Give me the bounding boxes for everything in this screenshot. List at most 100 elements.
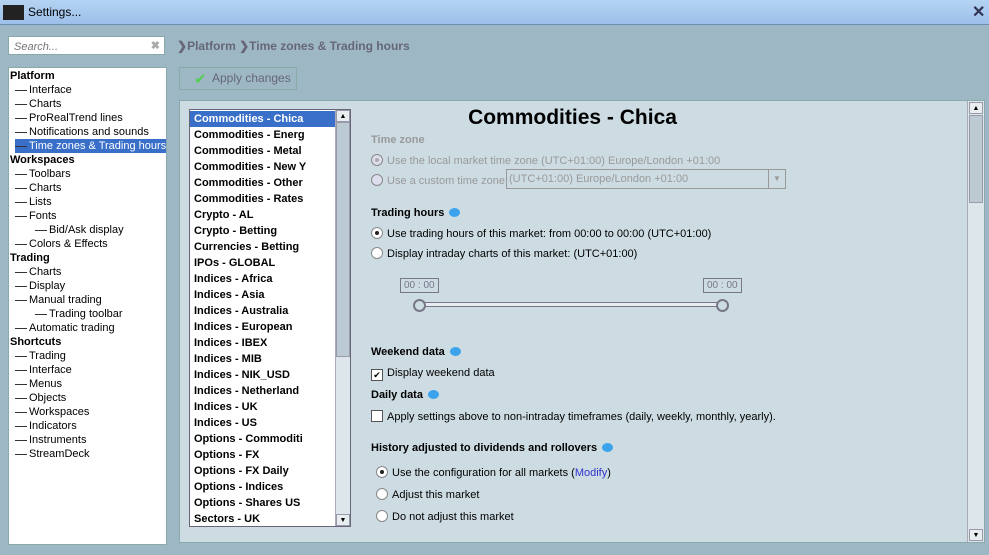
tree-item[interactable]: Charts — [15, 265, 61, 279]
market-list-item[interactable]: Commodities - Other — [190, 175, 335, 191]
help-bubble-icon[interactable] — [602, 443, 614, 452]
title-bar: Settings... ✕ — [0, 0, 989, 25]
trading-hours-title: Trading hours — [371, 207, 461, 219]
market-list-item[interactable]: Indices - UK — [190, 399, 335, 415]
market-list-item[interactable]: Commodities - Chica — [190, 111, 335, 127]
timezone-title: Time zone — [371, 134, 425, 146]
market-list-item[interactable]: Commodities - Rates — [190, 191, 335, 207]
tree-item[interactable]: Charts — [15, 181, 61, 195]
history-adjust-radio[interactable]: Adjust this market — [376, 488, 479, 501]
scroll-thumb[interactable] — [969, 115, 983, 203]
breadcrumb-item[interactable]: Platform — [187, 39, 236, 53]
local-timezone-radio: Use the local market time zone (UTC+01:0… — [371, 154, 720, 167]
panel-scrollbar[interactable]: ▲ ▼ — [967, 101, 984, 542]
weekend-checkbox[interactable]: ✔ Display weekend data — [371, 367, 495, 381]
market-list-item[interactable]: Indices - Netherland — [190, 383, 335, 399]
market-list-item[interactable]: Commodities - Energ — [190, 127, 335, 143]
window-title: Settings... — [28, 5, 82, 19]
modify-link[interactable]: Modify — [575, 467, 607, 479]
market-list-item[interactable]: Options - Indices — [190, 479, 335, 495]
chevron-down-icon: ▼ — [768, 170, 785, 188]
tree-item[interactable]: Display — [15, 279, 65, 293]
tree-item[interactable]: Automatic trading — [15, 321, 115, 335]
market-list-item[interactable]: Options - Shares US — [190, 495, 335, 511]
display-intraday-radio[interactable]: Display intraday charts of this market: … — [371, 247, 637, 260]
history-title: History adjusted to dividends and rollov… — [371, 442, 614, 454]
tree-item[interactable]: Interface — [15, 363, 72, 377]
market-list-item[interactable]: Indices - MIB — [190, 351, 335, 367]
demo-logo-icon — [3, 5, 24, 20]
use-trading-hours-radio[interactable]: Use trading hours of this market: from 0… — [371, 227, 711, 240]
tree-item[interactable]: Trading — [15, 349, 66, 363]
search-box: ✖ — [8, 36, 165, 55]
help-bubble-icon[interactable] — [449, 347, 461, 356]
apply-label: Apply changes — [212, 71, 291, 85]
custom-timezone-radio: Use a custom time zone: — [371, 174, 508, 187]
market-list-item[interactable]: Indices - European — [190, 319, 335, 335]
tree-item[interactable]: Toolbars — [15, 167, 71, 181]
tree-item[interactable]: Bid/Ask display — [35, 223, 124, 237]
scroll-up-icon[interactable]: ▲ — [969, 102, 983, 114]
trading-hours-slider[interactable] — [419, 302, 722, 307]
search-input[interactable] — [12, 40, 136, 54]
start-time-label: 00 : 00 — [400, 278, 439, 293]
weekend-title: Weekend data — [371, 346, 461, 358]
settings-tree: Platform Interface Charts ProRealTrend line… — [8, 67, 167, 545]
market-list-item[interactable]: Indices - Africa — [190, 271, 335, 287]
tree-item[interactable]: StreamDeck — [15, 447, 90, 461]
history-all-markets-radio[interactable]: Use the configuration for all markets (M… — [376, 466, 611, 479]
market-list-item[interactable]: Commodities - Metal — [190, 143, 335, 159]
daily-checkbox[interactable]: Apply settings above to non-intraday tim… — [371, 410, 776, 423]
tree-item[interactable]: Time zones & Trading hours — [15, 139, 167, 153]
scroll-down-icon[interactable]: ▼ — [969, 529, 983, 541]
checkmark-icon: ✔ — [194, 71, 207, 88]
scroll-down-icon[interactable]: ▼ — [336, 514, 350, 526]
tree-item[interactable]: Charts — [15, 97, 61, 111]
tree-item[interactable]: Fonts — [15, 209, 57, 223]
tree-item[interactable]: Workspaces — [10, 153, 75, 167]
help-bubble-icon[interactable] — [449, 208, 461, 217]
end-time-label: 00 : 00 — [703, 278, 742, 293]
clear-search-icon[interactable]: ✖ — [151, 39, 160, 52]
tree-item[interactable]: Shortcuts — [10, 335, 61, 349]
tree-item[interactable]: Instruments — [15, 433, 86, 447]
market-list-item[interactable]: Sectors - UK — [190, 511, 335, 526]
tree-item[interactable]: Manual trading — [15, 293, 102, 307]
list-scrollbar[interactable]: ▲ ▼ — [335, 110, 350, 526]
tree-item[interactable]: Trading toolbar — [35, 307, 123, 321]
market-list-item[interactable]: Commodities - New Y — [190, 159, 335, 175]
scroll-up-icon[interactable]: ▲ — [336, 110, 350, 122]
market-list-item[interactable]: Crypto - Betting — [190, 223, 335, 239]
market-list-item[interactable]: Options - FX — [190, 447, 335, 463]
tree-item[interactable]: Platform — [10, 69, 55, 83]
market-list-item[interactable]: Crypto - AL — [190, 207, 335, 223]
tree-item[interactable]: Objects — [15, 391, 66, 405]
start-slider-handle[interactable] — [413, 299, 426, 312]
tree-item[interactable]: Notifications and sounds — [15, 125, 149, 139]
tree-item[interactable]: Interface — [15, 83, 72, 97]
market-list-item[interactable]: Options - Commoditi — [190, 431, 335, 447]
end-slider-handle[interactable] — [716, 299, 729, 312]
market-list-item[interactable]: Indices - US — [190, 415, 335, 431]
market-list-item[interactable]: Indices - Australia — [190, 303, 335, 319]
scroll-thumb[interactable] — [336, 122, 350, 357]
tree-item[interactable]: Menus — [15, 377, 62, 391]
tree-item[interactable]: Lists — [15, 195, 52, 209]
market-list-item[interactable]: Indices - Asia — [190, 287, 335, 303]
tree-item[interactable]: Indicators — [15, 419, 77, 433]
history-no-adjust-radio[interactable]: Do not adjust this market — [376, 510, 514, 523]
tree-item[interactable]: Colors & Effects — [15, 237, 108, 251]
market-list-item[interactable]: IPOs - GLOBAL — [190, 255, 335, 271]
market-list-item[interactable]: Options - FX Daily — [190, 463, 335, 479]
breadcrumb: ❯Platform ❯Time zones & Trading hours — [177, 39, 410, 53]
apply-changes-button[interactable]: ✔ Apply changes — [179, 67, 297, 90]
close-icon[interactable]: ✕ — [972, 2, 985, 22]
tree-item[interactable]: Trading — [10, 251, 50, 265]
help-bubble-icon[interactable] — [427, 390, 439, 399]
timezone-select: (UTC+01:00) Europe/London +01:00 ▼ — [506, 169, 786, 189]
tree-item[interactable]: Workspaces — [15, 405, 89, 419]
tree-item[interactable]: ProRealTrend lines — [15, 111, 123, 125]
market-list-item[interactable]: Indices - NIK_USD — [190, 367, 335, 383]
market-list-item[interactable]: Currencies - Betting — [190, 239, 335, 255]
market-list-item[interactable]: Indices - IBEX — [190, 335, 335, 351]
